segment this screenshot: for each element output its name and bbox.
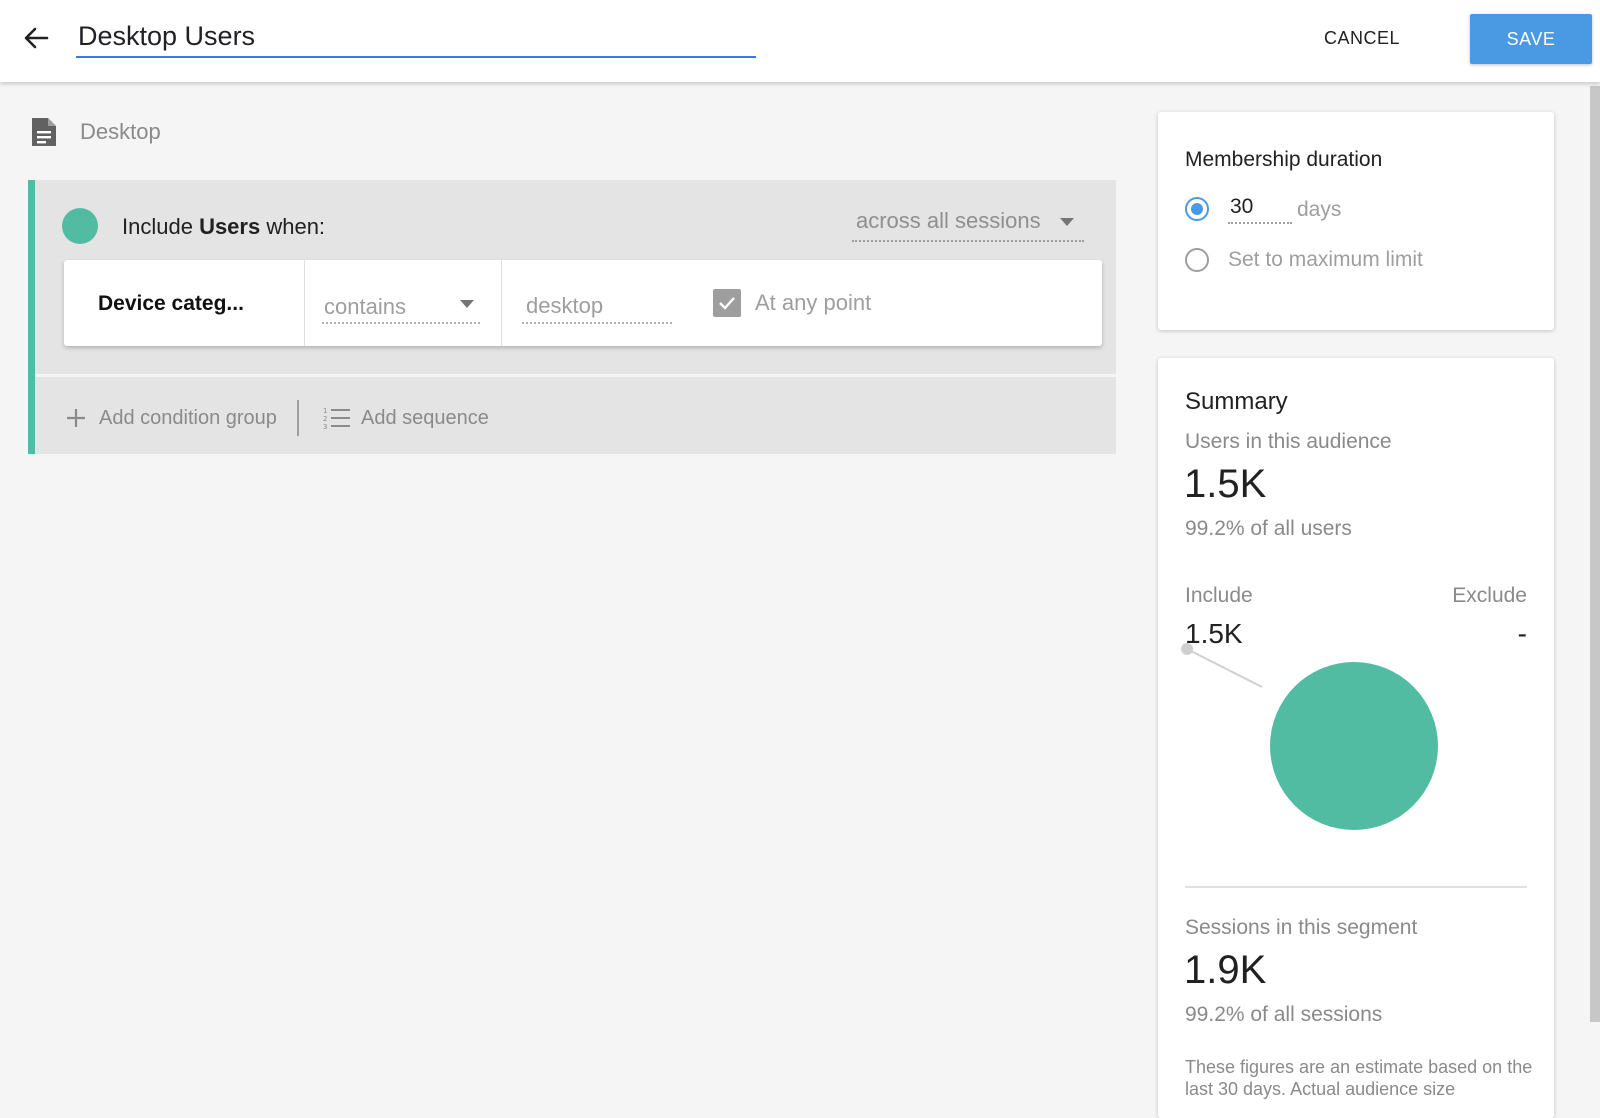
- summary-panel: Summary Users in this audience 1.5K 99.2…: [1158, 358, 1554, 1118]
- include-label: Include: [1185, 584, 1253, 607]
- scope-dropdown-value: across all sessions: [856, 208, 1041, 233]
- save-button[interactable]: SAVE: [1470, 14, 1592, 64]
- membership-duration-panel: Membership duration days Set to maximum …: [1158, 112, 1554, 330]
- column-divider: [304, 260, 305, 346]
- checkbox-box[interactable]: [713, 289, 741, 317]
- audience-title-input[interactable]: [76, 16, 756, 58]
- cancel-button[interactable]: CANCEL: [1316, 18, 1408, 58]
- caret-down-icon: [460, 300, 474, 308]
- condition-row: Device categ... contains At any point: [64, 260, 1102, 346]
- pie-leader-line: [1186, 648, 1263, 688]
- top-bar: CANCEL SAVE: [0, 0, 1600, 82]
- svg-text:2: 2: [323, 415, 327, 423]
- users-percent: 99.2% of all users: [1185, 517, 1352, 540]
- caret-down-icon: [1060, 218, 1074, 226]
- scrollbar[interactable]: [1590, 86, 1600, 1022]
- users-label: Users in this audience: [1185, 430, 1392, 453]
- max-limit-label: Set to maximum limit: [1228, 248, 1423, 271]
- document-icon: [32, 118, 56, 146]
- membership-title: Membership duration: [1185, 148, 1383, 171]
- summary-title: Summary: [1185, 388, 1288, 415]
- exclude-value: -: [1517, 618, 1527, 649]
- condition-card: Include Users when: across all sessions …: [28, 180, 1116, 454]
- include-indicator-dot: [62, 208, 98, 244]
- arrow-left-icon: [24, 27, 49, 49]
- plus-icon: [67, 409, 85, 427]
- at-any-point-checkbox[interactable]: At any point: [713, 288, 871, 318]
- summary-divider: [1185, 886, 1527, 888]
- sessions-label: Sessions in this segment: [1185, 916, 1418, 939]
- at-any-point-label: At any point: [755, 290, 872, 315]
- include-label: Include Users when:: [122, 214, 326, 239]
- add-condition-group-label: Add condition group: [99, 406, 277, 429]
- condition-value-input[interactable]: [522, 290, 672, 324]
- operator-dropdown[interactable]: contains: [322, 288, 480, 324]
- sessions-value: 1.9K: [1184, 948, 1267, 992]
- operator-dropdown-value: contains: [324, 294, 406, 319]
- add-condition-group-button[interactable]: Add condition group: [65, 402, 277, 434]
- segment-header: Desktop: [30, 114, 161, 150]
- numbered-list-icon: 1 2 3: [323, 407, 350, 430]
- max-limit-radio[interactable]: [1185, 248, 1209, 272]
- dimension-label[interactable]: Device categ...: [98, 292, 244, 316]
- action-separator: [297, 400, 299, 436]
- sessions-percent: 99.2% of all sessions: [1185, 1003, 1383, 1026]
- days-input[interactable]: [1228, 192, 1292, 224]
- column-divider: [501, 260, 502, 346]
- svg-text:3: 3: [323, 423, 327, 430]
- pie-slice-include: [1270, 662, 1438, 830]
- card-divider: [35, 374, 1116, 377]
- exclude-label: Exclude: [1452, 584, 1527, 607]
- days-label: days: [1297, 198, 1342, 221]
- segment-name: Desktop: [80, 119, 161, 144]
- include-value: 1.5K: [1185, 618, 1243, 649]
- days-radio[interactable]: [1185, 197, 1209, 221]
- estimate-note: These figures are an estimate based on t…: [1185, 1057, 1533, 1099]
- add-sequence-button[interactable]: 1 2 3 Add sequence: [323, 402, 489, 434]
- back-button[interactable]: [18, 20, 54, 56]
- users-value: 1.5K: [1184, 462, 1267, 506]
- svg-text:1: 1: [323, 407, 327, 415]
- add-sequence-label: Add sequence: [361, 406, 489, 429]
- scope-dropdown[interactable]: across all sessions: [852, 206, 1084, 242]
- checkmark-icon: [719, 297, 735, 310]
